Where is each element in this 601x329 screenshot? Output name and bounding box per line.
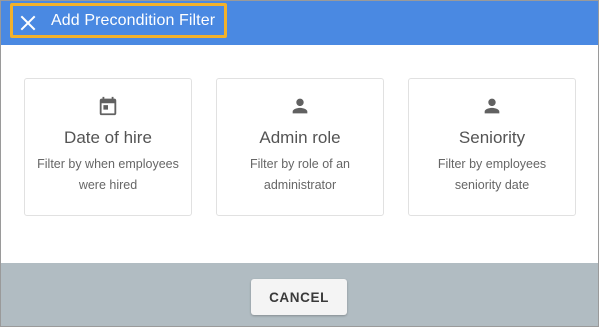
filter-card-admin-role[interactable]: Admin role Filter by role of an administ… [216, 78, 384, 216]
card-title: Date of hire [64, 128, 152, 147]
card-title: Seniority [458, 128, 526, 147]
cancel-button[interactable]: CANCEL [251, 279, 347, 315]
card-title: Admin role [259, 128, 341, 147]
close-button[interactable] [18, 13, 38, 33]
card-description: Filter by role of an administrator [249, 157, 351, 192]
person-icon [217, 95, 383, 117]
dialog-header: Add Precondition Filter [1, 1, 598, 45]
close-icon [18, 13, 38, 33]
filter-card-date-of-hire[interactable]: Date of hire Filter by when employees we… [24, 78, 192, 216]
add-precondition-filter-dialog: Add Precondition Filter Date of hire Fil… [0, 0, 599, 327]
card-description: Filter by when employees were hired [37, 157, 179, 192]
card-description: Filter by employees seniority date [437, 157, 547, 192]
filter-card-seniority[interactable]: Seniority Filter by employees seniority … [408, 78, 576, 216]
person-icon [409, 95, 575, 117]
calendar-icon [25, 95, 191, 117]
filter-options: Date of hire Filter by when employees we… [1, 45, 598, 263]
dialog-title: Add Precondition Filter [51, 12, 216, 29]
dialog-footer: CANCEL [1, 263, 598, 326]
